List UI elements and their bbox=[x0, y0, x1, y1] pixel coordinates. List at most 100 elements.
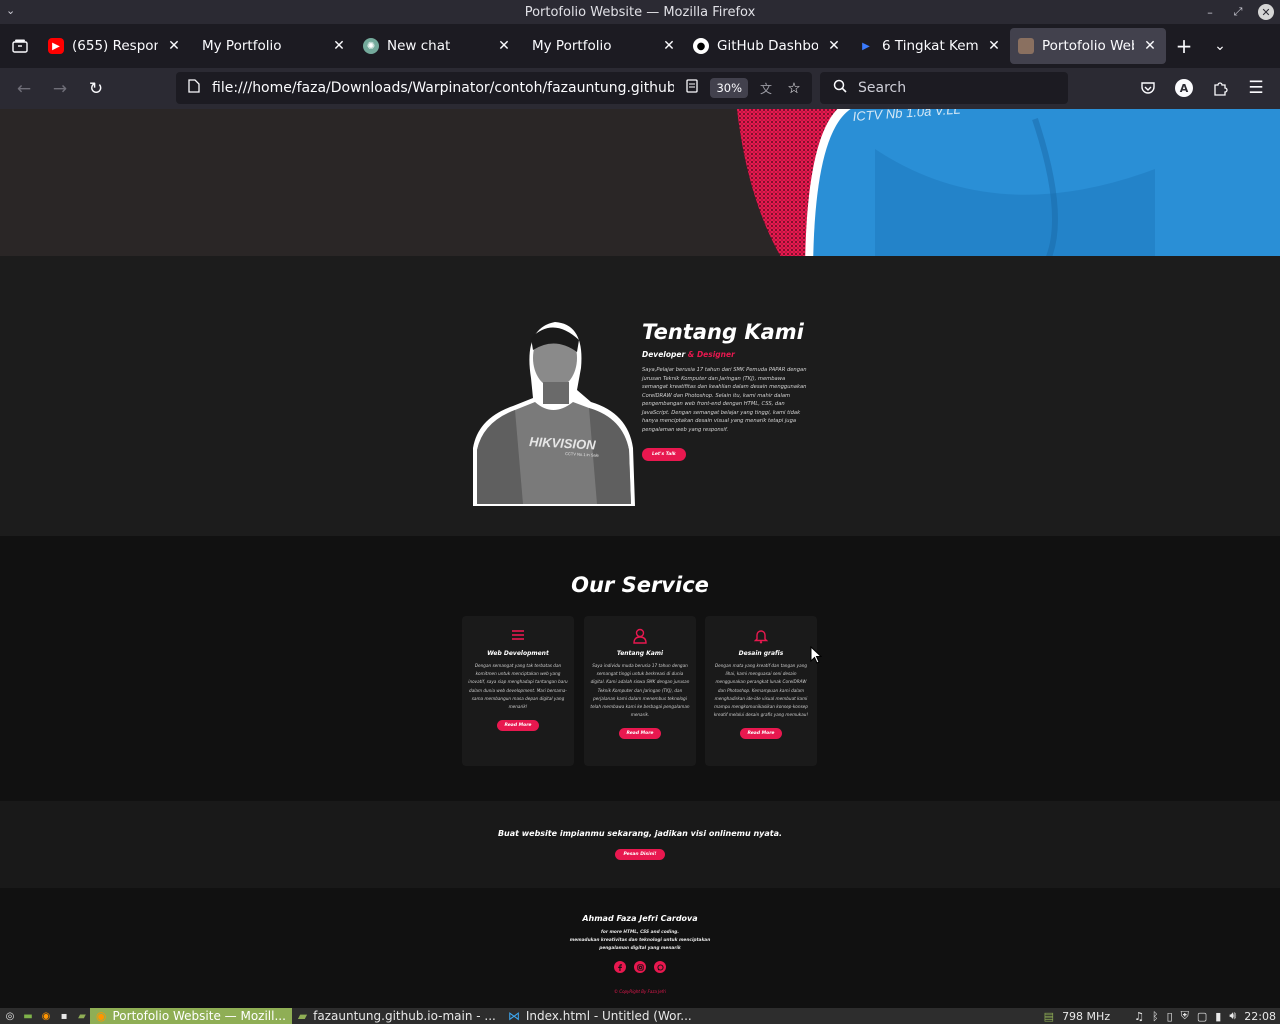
terminal-launcher-icon[interactable]: ▪ bbox=[56, 1009, 72, 1023]
files-launcher-icon[interactable]: ▰ bbox=[74, 1009, 90, 1023]
order-here-button[interactable]: Pesan Disini! bbox=[615, 849, 665, 860]
account-icon[interactable]: A bbox=[1168, 72, 1200, 104]
new-tab-icon[interactable]: + bbox=[1166, 34, 1202, 58]
notifications-icon[interactable]: ♫ bbox=[1134, 1010, 1144, 1023]
card-title: Web Development bbox=[487, 650, 549, 657]
read-more-button[interactable]: Read More bbox=[496, 720, 540, 732]
facebook-icon[interactable] bbox=[614, 961, 626, 973]
url-bar[interactable]: file:///home/faza/Downloads/Warpinator/c… bbox=[176, 72, 812, 104]
about-subtitle: Developer & Designer bbox=[642, 350, 807, 359]
youtube-icon: ▶ bbox=[48, 38, 64, 54]
tab-close-icon[interactable]: ✕ bbox=[986, 38, 1002, 54]
tab-label: New chat bbox=[387, 38, 451, 54]
clock[interactable]: 22:08 bbox=[1244, 1010, 1276, 1023]
zoom-level-badge[interactable]: 30% bbox=[710, 78, 748, 98]
display-icon[interactable]: ▢ bbox=[1197, 1010, 1207, 1023]
lets-talk-button[interactable]: Let's Talk bbox=[642, 448, 686, 461]
subtitle-accent: & Designer bbox=[687, 350, 735, 359]
search-bar[interactable] bbox=[820, 72, 1068, 104]
taskbar-app-label: Index.html - Untitled (Wor... bbox=[525, 1009, 692, 1023]
tab-close-icon[interactable]: ✕ bbox=[1142, 38, 1158, 54]
taskbar-app-label: fazauntung.github.io-main - ... bbox=[313, 1009, 496, 1023]
cta-text: Buat website impianmu sekarang, jadikan … bbox=[497, 829, 783, 838]
tab-label: Portofolio Website bbox=[1042, 38, 1134, 54]
cpu-frequency[interactable]: 798 MHz bbox=[1062, 1010, 1110, 1023]
tab-label: 6 Tingkat Kemamp bbox=[882, 38, 978, 54]
profile-photo: HIKVISION CCTV No.1 in Sale bbox=[473, 322, 635, 506]
reader-view-icon[interactable] bbox=[682, 79, 702, 97]
list-all-tabs-icon[interactable]: ⌄ bbox=[1202, 38, 1238, 54]
window-title: Portofolio Website — Mozilla Firefox bbox=[524, 4, 756, 20]
taskbar-app-label: Portofolio Website — Mozill... bbox=[112, 1009, 286, 1023]
mouse-cursor-icon bbox=[810, 646, 822, 664]
show-desktop-icon[interactable]: ▬ bbox=[20, 1009, 36, 1023]
card-body: Saya individu muda berusia 17 tahun deng… bbox=[590, 663, 690, 718]
taskbar-app-files[interactable]: ▰ fazauntung.github.io-main - ... bbox=[292, 1008, 502, 1024]
start-menu-icon[interactable]: ◎ bbox=[2, 1009, 18, 1023]
tab-close-icon[interactable]: ✕ bbox=[166, 38, 182, 54]
firefox-launcher-icon[interactable]: ◉ bbox=[38, 1009, 54, 1023]
taskbar-app-firefox[interactable]: ◉ Portofolio Website — Mozill... bbox=[90, 1008, 292, 1024]
back-icon[interactable]: ← bbox=[8, 73, 40, 105]
whatsapp-icon[interactable] bbox=[654, 961, 666, 973]
tab-6-tingkat[interactable]: ▶ 6 Tingkat Kemamp ✕ bbox=[850, 28, 1010, 64]
window-menu-chevron-icon[interactable]: ⌄ bbox=[6, 4, 15, 17]
service-card-desain-grafis: Desain grafis Dengan mata yang kreatif d… bbox=[705, 616, 817, 766]
tab-close-icon[interactable]: ✕ bbox=[661, 38, 677, 54]
card-title: Desain grafis bbox=[738, 650, 784, 657]
footer-line-1: for more HTML, CSS and coding. bbox=[601, 930, 679, 935]
toolbar-right: A ☰ bbox=[1132, 72, 1272, 104]
firefox-view-icon[interactable] bbox=[0, 39, 40, 53]
tab-github-dashboard[interactable]: ● GitHub Dashboard ✕ bbox=[685, 28, 850, 64]
web-page-viewport[interactable]: ICTV Nb 1.0a V.LL HIKVISION CCTV No.1 in… bbox=[0, 109, 1280, 1008]
reload-icon[interactable]: ↻ bbox=[80, 73, 112, 105]
cpu-monitor-icon[interactable]: ▤ bbox=[1044, 1010, 1054, 1023]
service-card-tentang-kami: Tentang Kami Saya individu muda berusia … bbox=[584, 616, 696, 766]
tab-strip: ▶ (655) Responsive P ✕ My Portfolio ✕ ✺ … bbox=[0, 24, 1280, 68]
battery-icon[interactable]: ▮ bbox=[1215, 1010, 1221, 1023]
forward-icon[interactable]: → bbox=[44, 73, 76, 105]
translate-icon[interactable]: 文 bbox=[756, 80, 776, 97]
tab-my-portfolio[interactable]: My Portfolio ✕ bbox=[190, 28, 355, 64]
pocket-icon[interactable] bbox=[1132, 72, 1164, 104]
service-title: Our Service bbox=[571, 573, 709, 597]
chatgpt-icon: ✺ bbox=[363, 38, 379, 54]
tab-youtube[interactable]: ▶ (655) Responsive P ✕ bbox=[40, 28, 190, 64]
shield-icon[interactable]: ⛨ bbox=[1181, 1009, 1189, 1023]
footer: Ahmad Faza Jefri Cardova for more HTML, … bbox=[0, 888, 1280, 1008]
taskbar-app-vscode[interactable]: ⋈ Index.html - Untitled (Wor... bbox=[502, 1008, 698, 1024]
card-body: Dengan mata yang kreatif dan tangan yang… bbox=[713, 663, 809, 718]
clipboard-icon[interactable]: ▯ bbox=[1167, 1010, 1173, 1023]
search-icon bbox=[830, 79, 850, 97]
tab-close-icon[interactable]: ✕ bbox=[496, 38, 512, 54]
bookmark-star-icon[interactable]: ☆ bbox=[784, 79, 804, 97]
bluetooth-icon[interactable]: ᛒ bbox=[1152, 1010, 1159, 1023]
tab-new-chat[interactable]: ✺ New chat ✕ bbox=[355, 28, 520, 64]
instagram-icon[interactable] bbox=[634, 961, 646, 973]
read-more-button[interactable]: Read More bbox=[739, 728, 783, 740]
about-title: Tentang Kami bbox=[642, 320, 804, 344]
tab-portofolio-website[interactable]: Portofolio Website ✕ bbox=[1010, 28, 1166, 64]
volume-icon[interactable]: 🔊︎ bbox=[1229, 1009, 1236, 1023]
url-text[interactable]: file:///home/faza/Downloads/Warpinator/c… bbox=[212, 80, 674, 96]
close-window-icon[interactable]: ✕ bbox=[1258, 4, 1274, 20]
minimize-icon[interactable]: – bbox=[1202, 4, 1218, 20]
tab-label: My Portfolio bbox=[202, 38, 282, 54]
page-info-icon[interactable] bbox=[184, 79, 204, 97]
tab-close-icon[interactable]: ✕ bbox=[826, 38, 842, 54]
tab-my-portfolio-2[interactable]: My Portfolio ✕ bbox=[520, 28, 685, 64]
play-icon: ▶ bbox=[862, 40, 870, 52]
restore-icon[interactable]: ⤢ bbox=[1230, 4, 1246, 20]
window-titlebar: ⌄ Portofolio Website — Mozilla Firefox –… bbox=[0, 0, 1280, 24]
subtitle-main: Developer bbox=[642, 350, 686, 359]
hamburger-menu-icon[interactable]: ☰ bbox=[1240, 72, 1272, 104]
vscode-icon: ⋈ bbox=[507, 1009, 520, 1023]
hero-section: ICTV Nb 1.0a V.LL bbox=[0, 109, 1280, 256]
search-input[interactable] bbox=[858, 80, 1058, 96]
system-tray: ▤ 798 MHz ♫ ᛒ ▯ ⛨ ▢ ▮ 🔊︎ 22:08 bbox=[1044, 1008, 1276, 1024]
tab-label: (655) Responsive P bbox=[72, 38, 158, 54]
read-more-button[interactable]: Read More bbox=[618, 728, 662, 740]
tab-close-icon[interactable]: ✕ bbox=[331, 38, 347, 54]
extensions-icon[interactable] bbox=[1204, 72, 1236, 104]
cta-section: Buat website impianmu sekarang, jadikan … bbox=[0, 801, 1280, 888]
